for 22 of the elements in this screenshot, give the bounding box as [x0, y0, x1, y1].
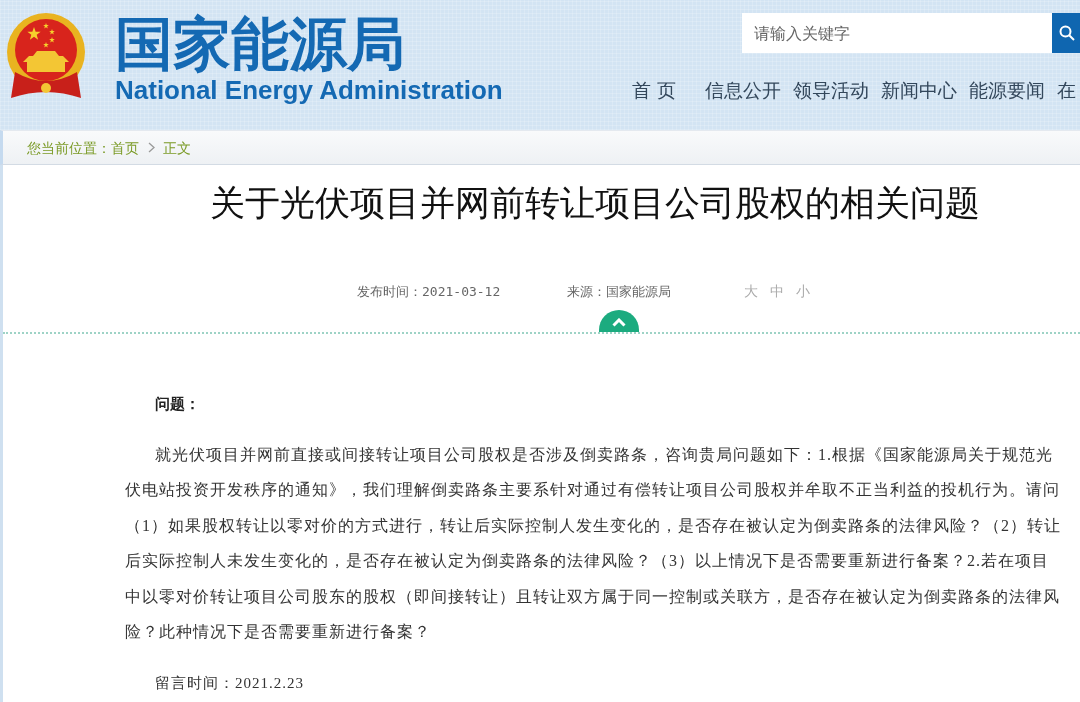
nav-item[interactable]: 在	[1057, 78, 1077, 102]
breadcrumb-label: 您当前位置：	[27, 138, 111, 157]
nav-item[interactable]: 能源要闻	[969, 78, 1046, 102]
site-subtitle: National Energy Administration	[115, 75, 503, 105]
question-text: 就光伏项目并网前直接或间接转让项目公司股权是否涉及倒卖路条，咨询贵局问题如下：1.根据《国家能源局关于规范光伏电站投资开发秩序的通知》，我们理解倒卖路条主要系针对通过有偿转让项目公司股权并牟取不正当利益的投机行为。请问（1）如果股权转让以零对价的方式进行，转让后实际控制人发生变化的，是否存在被认定为倒卖路条的法律风险？（2）转让后实际控制人未发生变化的，是否存在被认定为倒卖路条的法律风险？（3）以上情况下是否需要重新进行备案？2.若在项目中以零对价转让项目公司股东的股权（即间接转让）且转让双方属于同一控制或关联方，是否存在被认定为倒卖路条的法律风险？此种情况下是否需要重新进行备案？	[125, 445, 1062, 643]
chevron-right-icon	[148, 142, 155, 153]
breadcrumb-current: 正文	[163, 138, 191, 157]
nav-item[interactable]: 领导活动	[793, 78, 870, 102]
nav-item[interactable]: 信息公开	[705, 78, 782, 102]
up-button[interactable]	[599, 310, 639, 332]
search-button[interactable]	[1052, 13, 1080, 53]
publish-time: 发布时间：2021-03-12	[357, 283, 501, 301]
nav-item[interactable]: 新闻中心	[881, 78, 958, 102]
search-field[interactable]: 请输入关键字	[742, 13, 1052, 53]
site-title: 国家能源局	[115, 13, 406, 75]
article-source: 来源：国家能源局	[567, 283, 672, 301]
search-icon	[1059, 25, 1075, 41]
nav-item[interactable]: 首 页	[632, 78, 677, 102]
question-label: 问题：	[154, 395, 201, 414]
chevron-up-icon	[612, 317, 626, 327]
message-time: 留言时间：2021.2.23	[154, 674, 305, 694]
article-title: 关于光伏项目并网前转让项目公司股权的相关问题	[209, 182, 981, 223]
